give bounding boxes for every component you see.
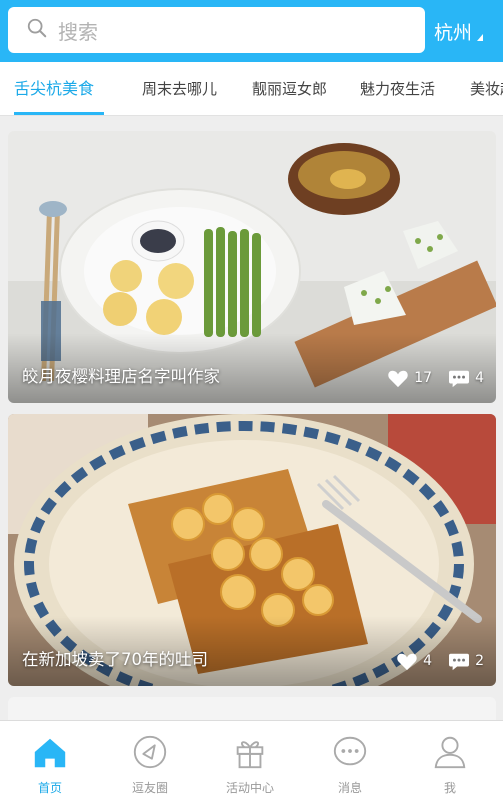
active-tab-indicator: [14, 112, 104, 115]
tab-nightlife[interactable]: 魅力夜生活: [360, 62, 435, 115]
comment-count: 2: [475, 653, 484, 669]
like-button[interactable]: 4: [396, 651, 432, 671]
feed-card-title: 在新加坡卖了70年的吐司: [22, 650, 208, 669]
nav-me-label: 我: [443, 781, 456, 795]
feed-card-meta: 4 2: [380, 651, 484, 671]
nav-home-label: 首页: [37, 781, 62, 795]
feed-card[interactable]: 皎月夜樱料理店名字叫作家 17 4: [8, 131, 496, 403]
feed-card-title: 皎月夜樱料理店名字叫作家: [22, 367, 220, 386]
gift-icon: [236, 741, 264, 769]
caret-icon: [477, 33, 484, 41]
heart-icon: [397, 653, 417, 671]
city-selector[interactable]: 杭州: [434, 16, 484, 46]
city-label: 杭州: [434, 21, 473, 44]
tab-makeup[interactable]: 美妆趣: [470, 62, 503, 115]
nav-activity-center[interactable]: 活动中心: [200, 721, 300, 800]
search-icon: [26, 17, 48, 43]
like-count: 17: [414, 370, 433, 386]
comment-count: 4: [475, 370, 484, 386]
nav-messages[interactable]: 消息: [300, 721, 400, 800]
home-icon: [34, 738, 66, 768]
top-bar: 搜索 杭州: [0, 0, 503, 62]
feed-card-meta: 17 4: [371, 368, 484, 388]
search-input[interactable]: 搜索: [8, 7, 425, 53]
nav-messages-label: 消息: [337, 781, 362, 795]
like-button[interactable]: 17: [387, 368, 432, 388]
category-tabs: 舌尖杭美食 周末去哪儿 靓丽逗女郎 魅力夜生活 美妆趣: [0, 62, 503, 116]
tab-beauty-girls[interactable]: 靓丽逗女郎: [252, 62, 327, 115]
chat-bubble-icon: [333, 736, 367, 766]
comment-icon: [449, 370, 470, 388]
friends-circle-icon: [133, 735, 167, 769]
person-icon: [434, 736, 466, 769]
like-count: 4: [423, 653, 433, 669]
nav-me[interactable]: 我: [400, 721, 500, 800]
nav-friends-circle[interactable]: 逗友圈: [100, 721, 200, 800]
nav-home[interactable]: 首页: [0, 721, 100, 800]
comment-button[interactable]: 4: [448, 368, 484, 388]
search-placeholder: 搜索: [58, 19, 98, 44]
heart-icon: [388, 370, 408, 388]
nav-activity-center-label: 活动中心: [225, 781, 274, 795]
tab-weekend[interactable]: 周末去哪儿: [142, 62, 217, 115]
feed-card[interactable]: 在新加坡卖了70年的吐司 4 2: [8, 414, 496, 686]
comment-icon: [449, 653, 470, 671]
bottom-navigation: 首页 逗友圈 活动中心 消息 我: [0, 720, 503, 800]
tab-food[interactable]: 舌尖杭美食: [14, 62, 94, 115]
comment-button[interactable]: 2: [448, 651, 484, 671]
nav-friends-circle-label: 逗友圈: [131, 781, 168, 795]
